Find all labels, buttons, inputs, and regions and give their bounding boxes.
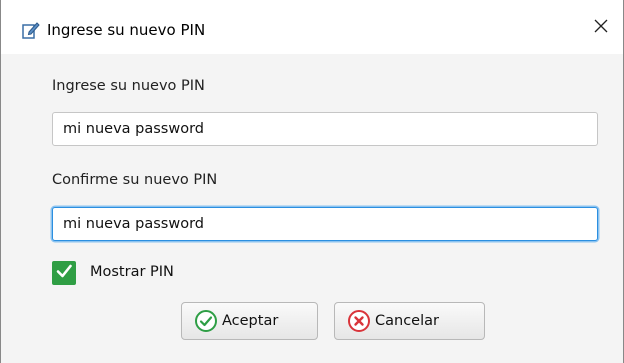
new-pin-input[interactable] [52,112,598,146]
window-title: Ingrese su nuevo PIN [47,21,206,39]
new-pin-label: Ingrese su nuevo PIN [52,78,205,94]
dialog-content: Ingrese su nuevo PIN Confirme su nuevo P… [1,54,623,363]
close-button[interactable] [579,10,623,46]
show-pin-checkbox[interactable] [52,261,76,285]
title-bar: Ingrese su nuevo PIN [1,0,623,54]
close-icon [593,18,609,38]
x-circle-icon [347,309,371,333]
check-circle-icon [194,309,218,333]
pin-dialog: Ingrese su nuevo PIN Ingrese su nuevo PI… [0,0,624,363]
edit-icon [21,20,41,40]
cancel-label: Cancelar [375,313,439,329]
confirm-pin-label: Confirme su nuevo PIN [52,172,218,188]
accept-button[interactable]: Aceptar [181,302,318,340]
cancel-button[interactable]: Cancelar [334,302,485,340]
accept-label: Aceptar [222,313,279,329]
show-pin-label: Mostrar PIN [90,264,174,280]
checkmark-icon [55,262,73,284]
confirm-pin-input[interactable] [52,207,598,241]
